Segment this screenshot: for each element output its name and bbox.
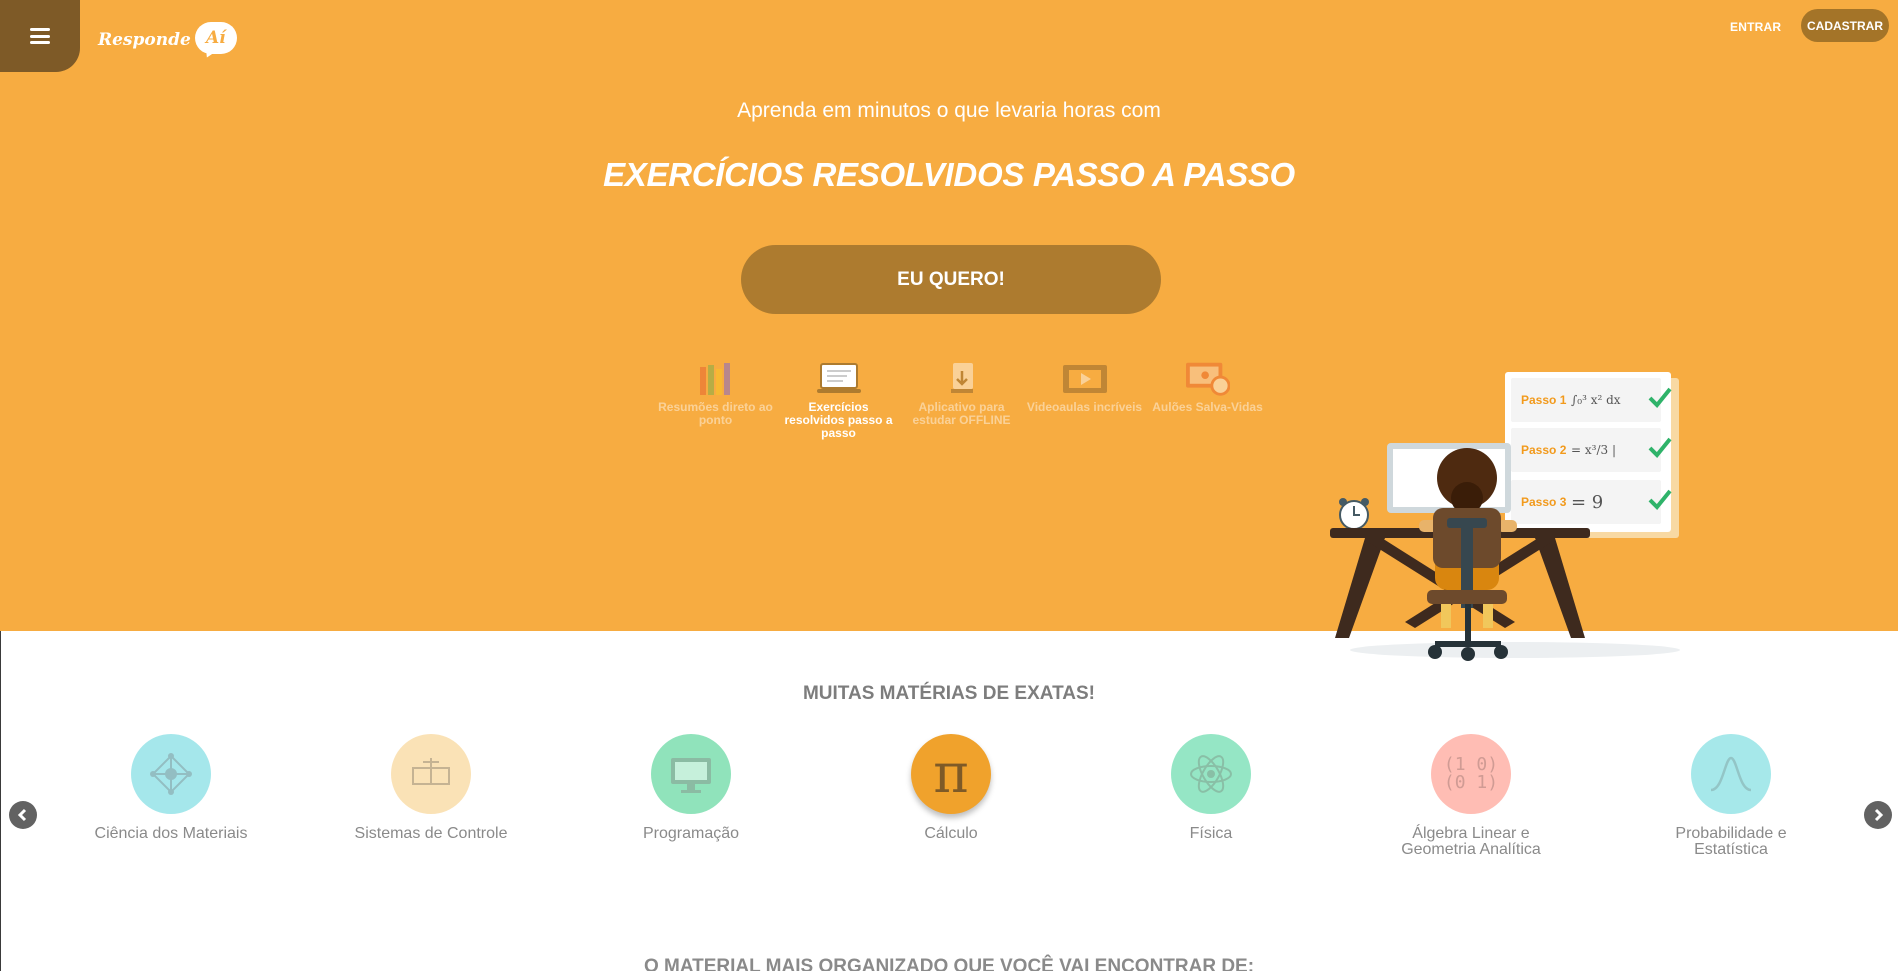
- hero-subtitle: Aprenda em minutos o que levaria horas c…: [737, 99, 1161, 122]
- logo[interactable]: Responde Aí: [98, 22, 237, 61]
- menu-button[interactable]: [0, 0, 80, 72]
- carousel-prev-button[interactable]: [9, 801, 37, 829]
- step-math: = 9: [1571, 491, 1604, 513]
- feature-label: Aplicativo para estudar OFFLINE: [912, 400, 1011, 427]
- hamburger-icon: [30, 28, 50, 44]
- chevron-left-icon: [17, 808, 27, 822]
- login-link[interactable]: ENTRAR: [1730, 20, 1781, 34]
- video-icon: [1062, 362, 1107, 396]
- subject-fisica[interactable]: Física: [1111, 734, 1311, 842]
- laptop-icon: [816, 362, 861, 396]
- hero-section: Responde Aí ENTRAR CADASTRAR Aprenda em …: [0, 0, 1898, 661]
- subject-label: Física: [1189, 825, 1233, 842]
- matrix-icon: (1 0) (0 1): [1431, 734, 1511, 814]
- feature-label: Videoaulas incríveis: [1026, 400, 1143, 414]
- feature-videoaulas[interactable]: Videoaulas incríveis: [1023, 362, 1146, 440]
- check-icon: [1648, 387, 1672, 408]
- books-icon: [694, 362, 738, 396]
- feature-resumoes[interactable]: Resumões direto ao ponto: [654, 362, 777, 440]
- subject-label: Cálculo: [924, 825, 978, 842]
- step-math: = x³/3 |: [1571, 443, 1616, 457]
- subject-calculo[interactable]: π Cálculo: [851, 734, 1051, 842]
- step-label: Passo 1: [1521, 393, 1567, 407]
- subject-sistemas-controle[interactable]: Sistemas de Controle: [331, 734, 531, 842]
- feature-auloes[interactable]: Aulões Salva-Vidas: [1146, 362, 1269, 440]
- chevron-right-icon: [1874, 808, 1884, 822]
- lifesaver-video-icon: [1185, 362, 1230, 396]
- step-row: Passo 1 ∫₀³ x² dx: [1511, 378, 1672, 422]
- features-list: Resumões direto ao ponto Exercícios reso…: [654, 362, 1269, 440]
- subject-probabilidade[interactable]: Probabilidade e Estatística: [1631, 734, 1831, 858]
- subject-label: Álgebra Linear e Geometria Analítica: [1401, 825, 1541, 858]
- feature-aplicativo[interactable]: Aplicativo para estudar OFFLINE: [900, 362, 1023, 440]
- feature-exercicios[interactable]: Exercícios resolvidos passo a passo: [777, 362, 900, 440]
- crystal-lattice-icon: [131, 734, 211, 814]
- cta-button[interactable]: EU QUERO!: [741, 245, 1161, 314]
- feature-label: Aulões Salva-Vidas: [1152, 400, 1263, 414]
- subject-algebra-linear[interactable]: (1 0) (0 1) Álgebra Linear e Geometria An…: [1371, 734, 1571, 858]
- subject-label: Probabilidade e Estatística: [1675, 825, 1787, 858]
- hero-title: EXERCÍCIOS RESOLVIDOS PASSO A PASSO: [603, 156, 1295, 193]
- student-illustration: Passo 1 ∫₀³ x² dx Passo 2 = x³/3 | Passo…: [1325, 368, 1705, 673]
- carousel-next-button[interactable]: [1864, 801, 1892, 829]
- step-math: ∫₀³ x² dx: [1571, 393, 1621, 407]
- subject-ciencia-materiais[interactable]: Ciência dos Materiais: [71, 734, 271, 842]
- feature-label: Resumões direto ao ponto: [658, 400, 773, 427]
- download-icon: [940, 362, 984, 396]
- subject-label: Ciência dos Materiais: [94, 825, 248, 842]
- section-heading-partial: O MATERIAL MAIS ORGANIZADO QUE VOCÊ VAI …: [643, 956, 1255, 971]
- feature-label: Exercícios resolvidos passo a passo: [784, 400, 893, 440]
- student-icon: [1419, 448, 1517, 661]
- bell-curve-icon: [1691, 734, 1771, 814]
- alarm-clock-icon: [1339, 498, 1369, 530]
- logo-text: Responde: [98, 30, 191, 50]
- pi-icon: π: [911, 734, 991, 814]
- subject-programacao[interactable]: Programação: [591, 734, 791, 842]
- check-icon: [1648, 437, 1672, 458]
- subject-label: Programação: [642, 825, 740, 842]
- monitor-code-icon: [651, 734, 731, 814]
- check-icon: [1648, 489, 1672, 510]
- control-diagram-icon: [391, 734, 471, 814]
- atom-icon: [1171, 734, 1251, 814]
- logo-bubble-text: Aí: [205, 28, 226, 48]
- signup-button[interactable]: CADASTRAR: [1801, 9, 1889, 42]
- subject-label: Sistemas de Controle: [354, 825, 508, 842]
- subjects-title: MUITAS MATÉRIAS DE EXATAS!: [802, 683, 1096, 704]
- logo-bubble-icon: Aí: [194, 22, 237, 61]
